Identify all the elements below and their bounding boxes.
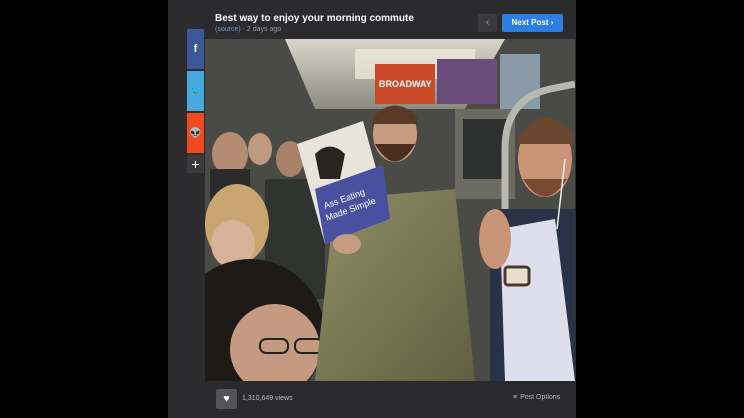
more-share-button[interactable]: + — [187, 155, 204, 173]
chevron-left-icon: ‹ — [485, 17, 490, 28]
reddit-share-button[interactable]: 👽 — [187, 113, 204, 153]
previous-post-button[interactable]: ‹ — [478, 14, 497, 32]
subway-photo: BROADWAY Ass Eating Made Simple — [205, 39, 575, 381]
next-post-label: Next Post — [511, 18, 549, 27]
post-card: Best way to enjoy your morning commute (… — [205, 8, 575, 418]
like-button[interactable]: ♥ — [216, 389, 237, 409]
reddit-icon: 👽 — [189, 127, 202, 139]
view-count: 1,310,649 views — [242, 395, 293, 402]
twitter-icon: 🐦 — [189, 85, 202, 97]
post-meta: (source) · 2 days ago — [215, 26, 281, 33]
next-post-button[interactable]: Next Post › — [502, 14, 563, 32]
source-link[interactable]: (source) — [215, 26, 241, 33]
facebook-share-button[interactable]: f — [187, 29, 204, 69]
plus-icon: + — [191, 156, 200, 172]
post-options-button[interactable]: ≡ Post Options — [513, 394, 560, 401]
post-title: Best way to enjoy your morning commute — [215, 13, 414, 24]
post-footer: ♥ 1,310,649 views ≡ Post Options — [205, 381, 575, 418]
post-header: Best way to enjoy your morning commute (… — [205, 8, 575, 39]
facebook-icon: f — [193, 43, 198, 55]
chevron-right-icon: › — [550, 18, 554, 27]
heart-icon: ♥ — [223, 393, 230, 405]
ad-sign-text: BROADWAY — [379, 79, 432, 89]
share-rail: f 🐦 👽 + — [187, 29, 204, 175]
menu-icon: ≡ — [513, 394, 518, 401]
post-time: 2 days ago — [246, 26, 282, 33]
twitter-share-button[interactable]: 🐦 — [187, 71, 204, 111]
post-image[interactable]: BROADWAY Ass Eating Made Simple — [205, 39, 575, 381]
post-options-label: Post Options — [520, 394, 561, 401]
